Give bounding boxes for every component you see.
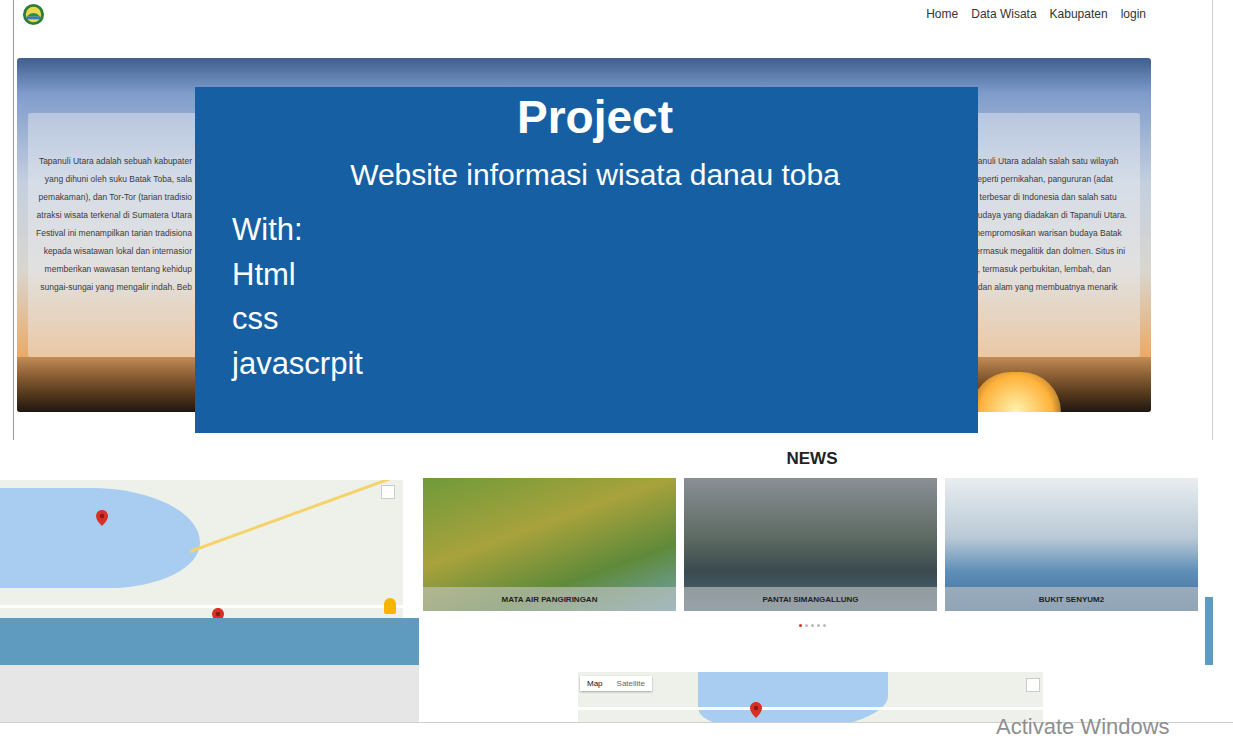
info-line: memberikan wawasan tentang kehidup	[45, 260, 192, 278]
info-line: Tapanuli Utara adalah sebuah kabupater	[39, 152, 192, 170]
tech-label: With:	[232, 208, 958, 253]
nav-link[interactable]: Data Wisata	[971, 7, 1036, 21]
map[interactable]: MapSatellite	[578, 672, 1043, 722]
nav-links: Home Data Wisata Kabupaten login	[926, 3, 1146, 21]
carousel-dot[interactable]	[811, 624, 814, 627]
map-type-control: MapSatellite	[580, 676, 652, 691]
nav-link[interactable]: login	[1121, 7, 1146, 21]
info-line: budaya yang diadakan di Tapanuli Utara.	[973, 206, 1127, 224]
info-line: yang dihuni oleh suku Batak Toba, sala	[45, 170, 192, 188]
left-column	[0, 440, 419, 722]
info-line: k terbesar di Indonesia dan salah satu	[973, 188, 1117, 206]
carousel-dot[interactable]	[799, 624, 802, 627]
logo-icon[interactable]	[22, 3, 45, 26]
info-line: , dan alam yang membuatnya menarik	[973, 278, 1118, 296]
edge-column	[1205, 440, 1213, 722]
pin-icon[interactable]	[212, 608, 224, 618]
news-card[interactable]: PANTAI SIMANGALLUNG	[684, 478, 937, 611]
pegman-icon[interactable]	[384, 598, 396, 614]
news-card[interactable]: BUKIT SENYUM2	[945, 478, 1198, 611]
info-line: Festival ini menampilkan tarian tradisio…	[36, 224, 192, 242]
nav-link[interactable]: Home	[926, 7, 958, 21]
nav-link[interactable]: Kabupaten	[1050, 7, 1108, 21]
carousel-dot[interactable]	[823, 624, 826, 627]
card-caption: PANTAI SIMANGALLUNG	[684, 587, 937, 611]
carousel-dot[interactable]	[817, 624, 820, 627]
info-line: mempromosikan warisan budaya Batak	[973, 224, 1122, 242]
map-type-button[interactable]: Satellite	[610, 676, 652, 691]
info-line: panuli Utara adalah salah satu wilayah	[973, 152, 1119, 170]
info-line: seperti pernikahan, pangururan (adat	[973, 170, 1113, 188]
news-section: NEWS MATA AIR PANGIRINGAN PANTAI SIMANGAL…	[419, 440, 1205, 722]
fullscreen-icon[interactable]	[381, 485, 395, 499]
banner-subtitle: Website informasi wisata danau toba	[232, 157, 958, 193]
lower-section: NEWS MATA AIR PANGIRINGAN PANTAI SIMANGAL…	[0, 440, 1233, 722]
page: Home Data Wisata Kabupaten login Tapanuli U…	[0, 0, 1233, 738]
card-caption: MATA AIR PANGIRINGAN	[423, 587, 676, 611]
info-line: u, termasuk perbukitan, lembah, dan	[973, 260, 1111, 278]
card-caption: BUKIT SENYUM2	[945, 587, 1198, 611]
project-banner: Project Website informasi wisata danau t…	[195, 87, 978, 433]
navbar: Home Data Wisata Kabupaten login	[14, 0, 1212, 58]
tech-list: With: Htmlcssjavascrpit	[232, 208, 958, 386]
tech-item: css	[232, 297, 958, 342]
carousel-dots	[419, 622, 1205, 628]
info-line: sungai-sungai yang mengalir indah. Beb	[40, 278, 192, 296]
pin-icon[interactable]	[96, 510, 108, 526]
tech-item: Html	[232, 253, 958, 298]
pin-icon[interactable]	[750, 702, 762, 718]
info-line: kepada wisatawan lokal dan internasior	[44, 242, 192, 260]
info-line: atraksi wisata terkenal di Sumatera Utar…	[37, 206, 192, 224]
news-carousel: MATA AIR PANGIRINGAN PANTAI SIMANGALLUNG B…	[419, 478, 1205, 611]
tech-item: javascrpit	[232, 342, 958, 387]
grey-area	[0, 665, 419, 722]
news-title: NEWS	[419, 440, 1205, 478]
windows-watermark: Activate Windows	[996, 714, 1170, 738]
map[interactable]	[0, 480, 403, 618]
info-line: termasuk megalitik dan dolmen. Situs ini	[973, 242, 1125, 260]
banner-title: Project	[232, 89, 958, 145]
blue-strip	[0, 618, 419, 665]
info-line: pemakaman), dan Tor-Tor (tarian tradisio	[39, 188, 192, 206]
news-card[interactable]: MATA AIR PANGIRINGAN	[423, 478, 676, 611]
carousel-dot[interactable]	[805, 624, 808, 627]
map-type-button[interactable]: Map	[580, 676, 610, 691]
fullscreen-icon[interactable]	[1026, 678, 1040, 692]
